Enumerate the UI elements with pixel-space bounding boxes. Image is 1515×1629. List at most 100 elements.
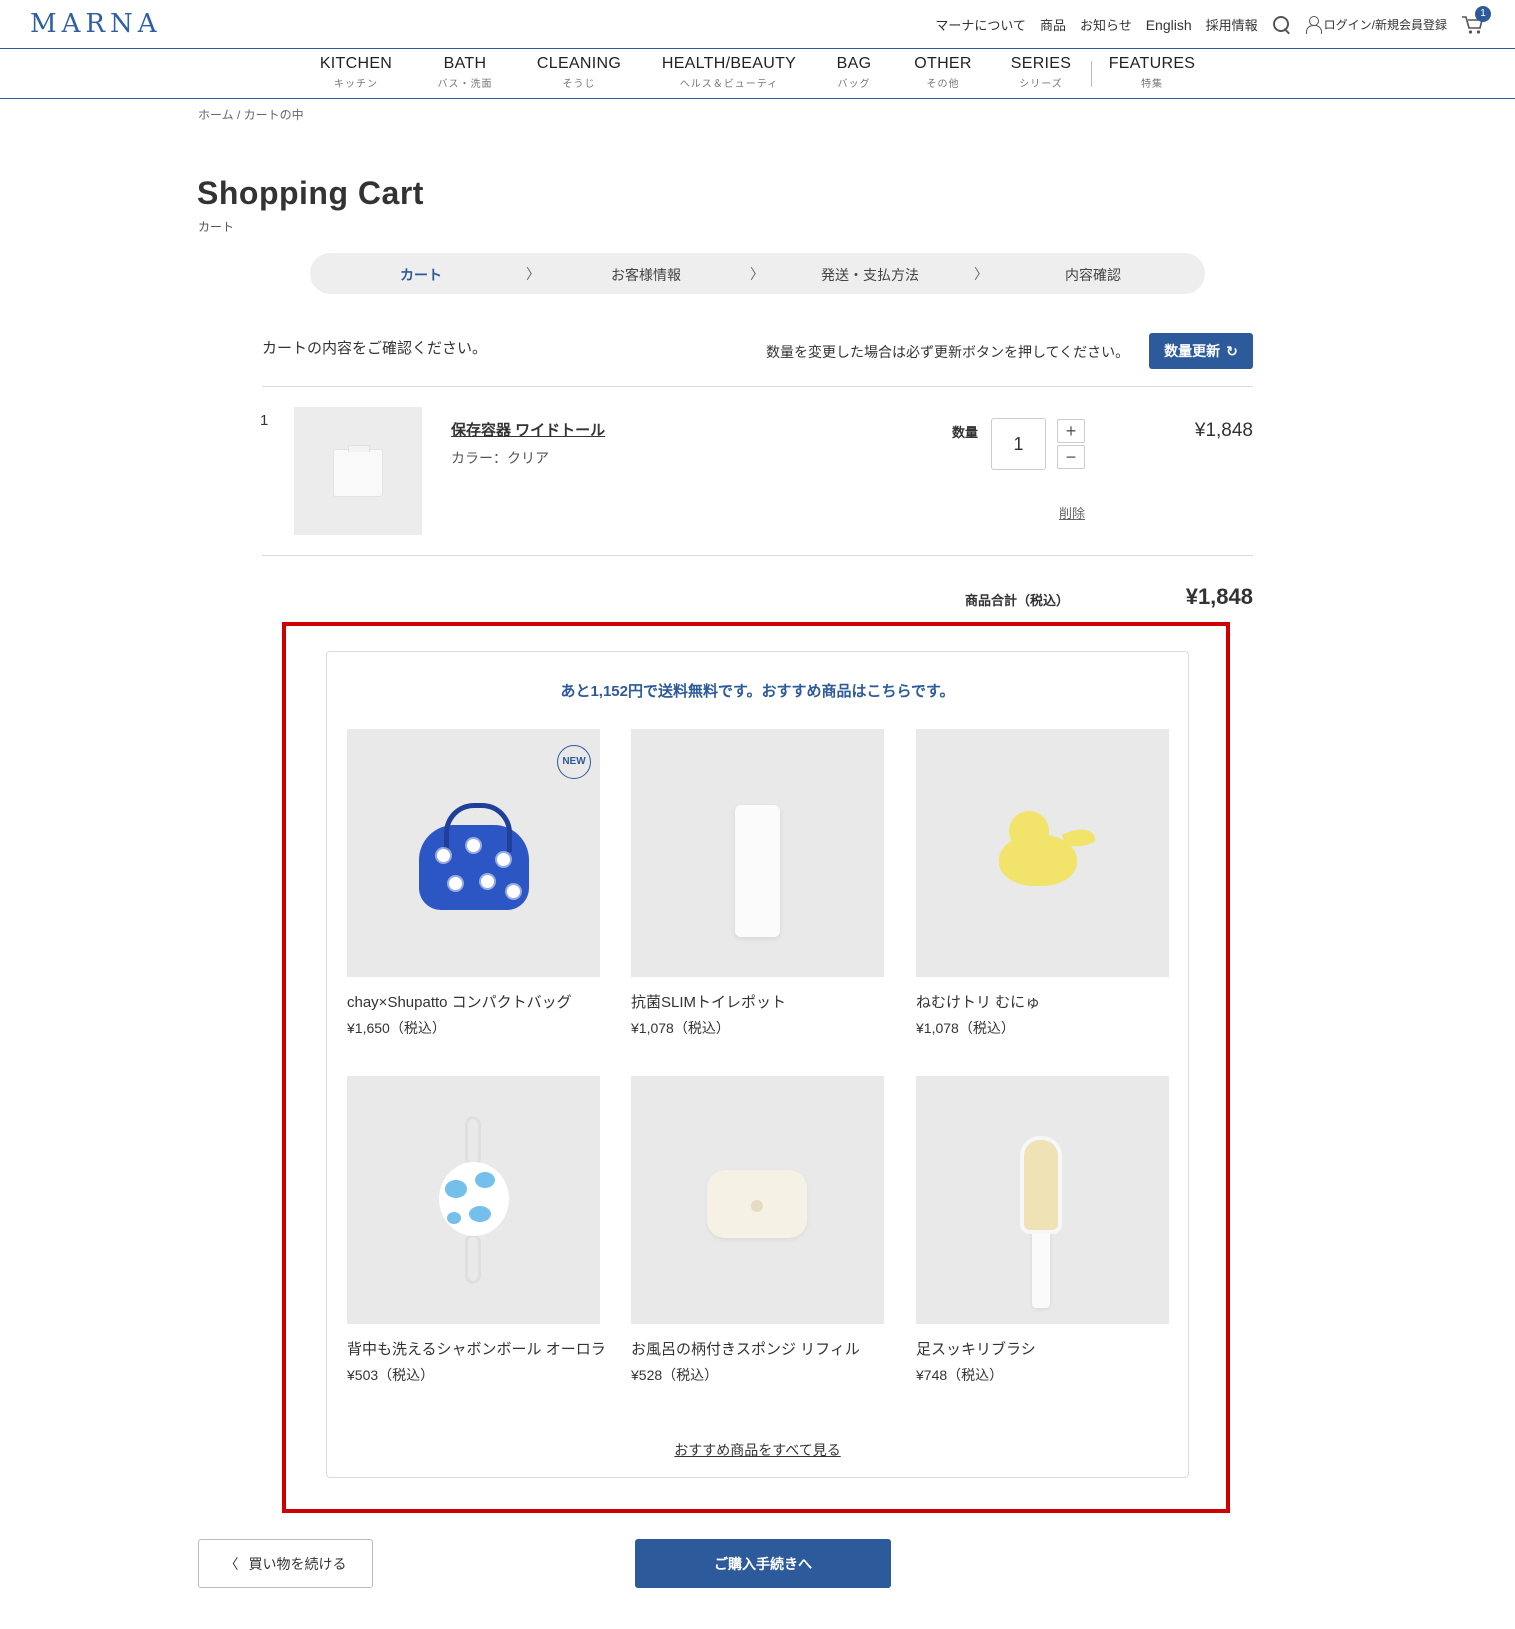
product-price: ¥528（税込） bbox=[631, 1367, 719, 1383]
product-card[interactable]: お風呂の柄付きスポンジ リフィル ¥528（税込） bbox=[631, 1076, 884, 1385]
checkout-steps: カート 〉 お客様情報 〉 発送・支払方法 〉 内容確認 bbox=[310, 253, 1205, 294]
nav-sublabel: 特集 bbox=[1141, 79, 1163, 90]
strap-illustration bbox=[465, 1116, 481, 1166]
site-header: MARNA マーナについて 商品 お知らせ English 採用情報 ログイン/… bbox=[0, 0, 1515, 49]
cart-count-badge: 1 bbox=[1475, 5, 1491, 22]
chevron-right-icon: 〉 bbox=[526, 266, 540, 282]
nav-kitchen[interactable]: KITCHEN キッチン bbox=[320, 55, 392, 90]
update-quantity-button[interactable]: 数量更新 ↻ bbox=[1149, 333, 1253, 369]
recommendations-panel: あと1,152円で送料無料です。おすすめ商品はこちらです。 NEW chay×S… bbox=[326, 651, 1189, 1478]
product-price: ¥1,078（税込） bbox=[916, 1020, 1015, 1036]
chevron-left-icon: 〈 bbox=[224, 1555, 239, 1572]
toilet-pot-illustration bbox=[735, 805, 780, 937]
utility-nav: マーナについて 商品 お知らせ English 採用情報 ログイン/新規会員登録… bbox=[935, 0, 1491, 49]
sponge-illustration bbox=[707, 1170, 807, 1238]
container-illustration bbox=[333, 445, 383, 497]
cart-item-image[interactable] bbox=[294, 407, 422, 535]
subtotal-label: 商品合計（税込） bbox=[965, 593, 1070, 608]
cart-item-name[interactable]: 保存容器 ワイドトール bbox=[451, 419, 605, 440]
soap-ball-illustration bbox=[439, 1162, 509, 1236]
quantity-minus-button[interactable]: − bbox=[1057, 445, 1085, 469]
nav-label: BATH bbox=[443, 55, 487, 72]
nav-label: BAG bbox=[836, 55, 872, 72]
step-shipping-payment: 発送・支払方法 bbox=[821, 267, 919, 283]
product-image[interactable] bbox=[916, 1076, 1169, 1324]
nav-health-beauty[interactable]: HEALTH/BEAUTY ヘルス＆ビューティ bbox=[662, 55, 796, 90]
checkout-button[interactable]: ご購入手続きへ bbox=[635, 1539, 891, 1588]
product-card[interactable]: 抗菌SLIMトイレポット ¥1,078（税込） bbox=[631, 729, 884, 1038]
nav-label: OTHER bbox=[914, 55, 972, 72]
product-card[interactable]: NEW chay×Shupatto コンパクトバッグ ¥1,650（税込） bbox=[347, 729, 600, 1038]
bag-illustration bbox=[419, 803, 529, 910]
update-label: 数量更新 bbox=[1164, 343, 1221, 359]
product-price: ¥503（税込） bbox=[347, 1367, 435, 1383]
link-careers[interactable]: 採用情報 bbox=[1206, 15, 1258, 34]
product-image[interactable] bbox=[347, 1076, 600, 1324]
divider bbox=[262, 555, 1253, 556]
nav-bath[interactable]: BATH バス・洗面 bbox=[438, 55, 493, 90]
nav-divider bbox=[1091, 61, 1092, 87]
product-card[interactable]: 背中も洗えるシャボンボール オーロラ ¥503（税込） bbox=[347, 1076, 606, 1385]
main-nav: KITCHEN キッチン BATH バス・洗面 CLEANING そうじ HEA… bbox=[0, 49, 1515, 99]
search-icon[interactable] bbox=[1272, 15, 1292, 35]
quantity-label: 数量 bbox=[952, 425, 979, 440]
row-index: 1 bbox=[260, 412, 269, 429]
product-image[interactable] bbox=[631, 729, 884, 977]
marna-logo[interactable]: MARNA bbox=[30, 9, 162, 39]
nav-bag[interactable]: BAG バッグ bbox=[837, 55, 872, 90]
delete-link[interactable]: 削除 bbox=[1059, 503, 1085, 522]
page-title: Shopping Cart bbox=[197, 175, 424, 211]
refresh-icon: ↻ bbox=[1226, 342, 1238, 359]
nav-sublabel: キッチン bbox=[333, 79, 378, 90]
cart-message: カートの内容をご確認ください。 bbox=[262, 340, 488, 357]
see-all-link[interactable]: おすすめ商品をすべて見る bbox=[327, 1440, 1188, 1460]
nav-features[interactable]: FEATURES 特集 bbox=[1109, 55, 1196, 90]
nav-other[interactable]: OTHER その他 bbox=[914, 55, 972, 90]
link-news[interactable]: お知らせ bbox=[1080, 15, 1132, 34]
link-products[interactable]: 商品 bbox=[1040, 15, 1066, 34]
nav-label: KITCHEN bbox=[319, 55, 393, 72]
product-image[interactable]: NEW bbox=[347, 729, 600, 977]
step-cart: カート bbox=[400, 267, 442, 283]
nav-series[interactable]: SERIES シリーズ bbox=[1011, 55, 1072, 90]
cart-button[interactable]: 1 bbox=[1461, 5, 1491, 36]
nav-sublabel: ヘルス＆ビューティ bbox=[679, 79, 779, 90]
quantity-plus-button[interactable]: + bbox=[1057, 419, 1085, 443]
nav-label: CLEANING bbox=[536, 55, 622, 72]
product-image[interactable] bbox=[631, 1076, 884, 1324]
login-link[interactable]: ログイン/新規会員登録 bbox=[1305, 16, 1447, 34]
strap-illustration bbox=[465, 1234, 481, 1284]
product-image[interactable] bbox=[916, 729, 1169, 977]
brush-illustration bbox=[1032, 1224, 1050, 1308]
new-badge: NEW bbox=[557, 745, 591, 779]
step-customer-info: お客様情報 bbox=[611, 267, 681, 283]
nav-sublabel: その他 bbox=[926, 79, 960, 90]
step-confirm: 内容確認 bbox=[1065, 267, 1121, 283]
product-name[interactable]: 背中も洗えるシャボンボール オーロラ bbox=[347, 1338, 606, 1359]
nav-sublabel: バッグ bbox=[837, 79, 871, 90]
quantity-input[interactable]: 1 bbox=[991, 418, 1046, 470]
free-shipping-message: あと1,152円で送料無料です。おすすめ商品はこちらです。 bbox=[560, 683, 955, 700]
product-card[interactable]: ねむけトリ むにゅ ¥1,078（税込） bbox=[916, 729, 1169, 1038]
subtotal-value: ¥1,848 bbox=[1185, 584, 1253, 609]
nav-sublabel: シリーズ bbox=[1019, 79, 1063, 90]
link-english[interactable]: English bbox=[1146, 17, 1192, 33]
nav-sublabel: バス・洗面 bbox=[437, 79, 493, 90]
continue-shopping-button[interactable]: 〈 買い物を続ける bbox=[198, 1539, 373, 1588]
product-name[interactable]: お風呂の柄付きスポンジ リフィル bbox=[631, 1338, 884, 1359]
product-name[interactable]: ねむけトリ むにゅ bbox=[916, 991, 1169, 1012]
product-name[interactable]: chay×Shupatto コンパクトバッグ bbox=[347, 991, 600, 1012]
divider bbox=[262, 386, 1253, 387]
login-label: ログイン/新規会員登録 bbox=[1323, 18, 1447, 32]
product-name[interactable]: 足スッキリブラシ bbox=[916, 1338, 1169, 1359]
user-icon bbox=[1305, 16, 1322, 34]
product-price: ¥1,650（税込） bbox=[347, 1020, 446, 1036]
chevron-right-icon: 〉 bbox=[974, 266, 988, 282]
nav-label: FEATURES bbox=[1108, 55, 1196, 72]
breadcrumb[interactable]: ホーム / カートの中 bbox=[198, 106, 304, 123]
nav-cleaning[interactable]: CLEANING そうじ bbox=[537, 55, 621, 90]
product-name[interactable]: 抗菌SLIMトイレポット bbox=[631, 991, 884, 1012]
link-about[interactable]: マーナについて bbox=[935, 15, 1026, 34]
brush-illustration bbox=[1020, 1136, 1062, 1234]
product-card[interactable]: 足スッキリブラシ ¥748（税込） bbox=[916, 1076, 1169, 1385]
